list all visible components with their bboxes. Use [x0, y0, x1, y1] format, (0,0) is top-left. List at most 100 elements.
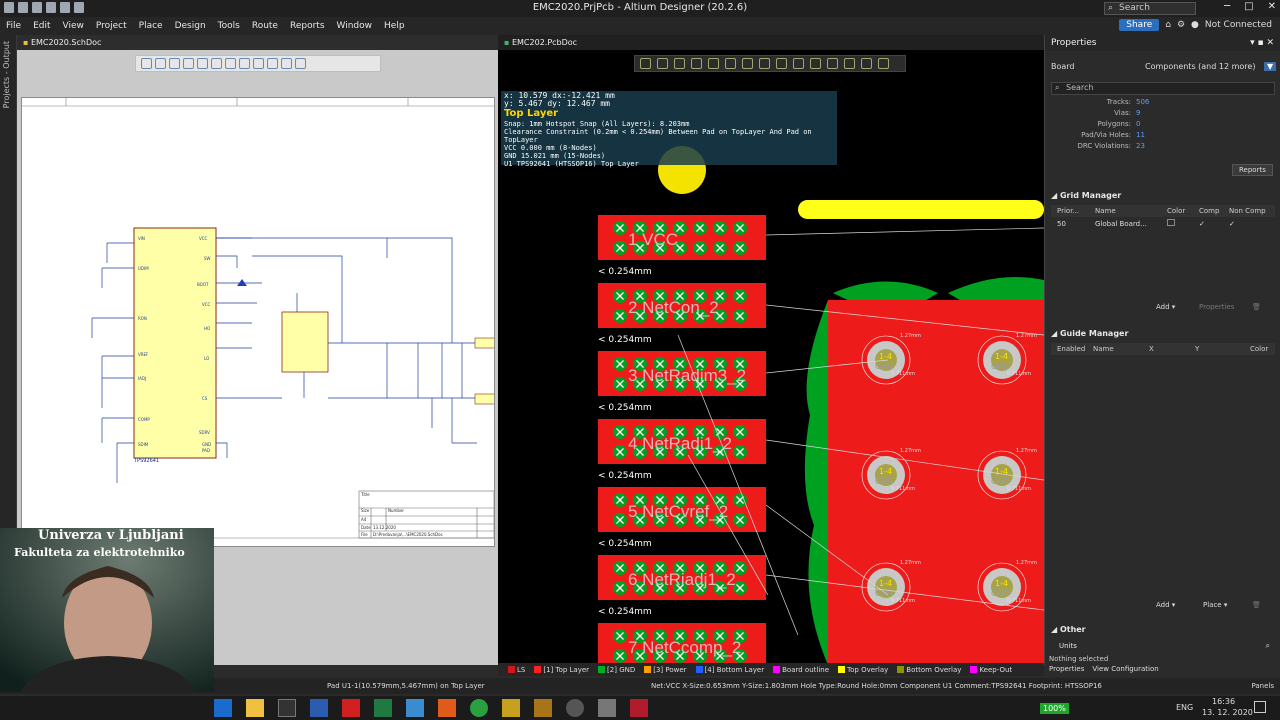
browser-icon[interactable]	[406, 699, 424, 717]
minimize-icon[interactable]: ─	[1224, 1, 1230, 12]
grid-add-button[interactable]: Add ▾	[1156, 303, 1175, 311]
schematic-sheet[interactable]: TPS92641 VIN UDIM RON VREF IADJ COMP SDIM VCC S…	[21, 97, 496, 547]
layer-tab[interactable]: [2] GND	[598, 666, 635, 674]
guide-delete-icon[interactable]: 🗑	[1252, 601, 1261, 609]
panels-button[interactable]: Panels	[1251, 682, 1274, 690]
pad-strip[interactable]: 2 NetCon_2 < 0.254mm	[598, 283, 766, 345]
pad-strip[interactable]: 5 NetCvref_2 < 0.254mm	[598, 487, 766, 549]
grid-row[interactable]: 50 Global Board... ✓ ✓	[1051, 218, 1275, 229]
pad-strip[interactable]: 4 NetRadi1_2 < 0.254mm	[598, 419, 766, 481]
close-icon[interactable]: ✕	[1268, 1, 1276, 12]
properties-panel: Properties ▾ ▪ ✕ Board Components (and 1…	[1044, 35, 1280, 673]
tab-view-configuration[interactable]: View Configuration	[1092, 665, 1158, 673]
pcb-editor[interactable]: ▪ EMC202.PcbDoc 1 VCC < 0.254mm 2 NetCon_2…	[498, 35, 1044, 665]
directive-icon[interactable]	[267, 58, 278, 69]
clock-date[interactable]: 13. 12. 2020	[1202, 708, 1253, 717]
select-icon[interactable]	[169, 58, 180, 69]
layer-tab-label: Board outline	[782, 665, 830, 674]
noncomp-check-icon[interactable]: ✓	[1229, 220, 1273, 228]
layer-tab[interactable]: Keep-Out	[970, 666, 1012, 674]
move-icon[interactable]	[155, 58, 166, 69]
layer-tab[interactable]: Top Overlay	[838, 666, 888, 674]
user-icon[interactable]: ●	[1191, 20, 1199, 30]
pdf-app-icon[interactable]	[630, 699, 648, 717]
power-port-icon[interactable]	[225, 58, 236, 69]
chrome-icon[interactable]	[470, 699, 488, 717]
layer-tab[interactable]: LS	[508, 666, 525, 674]
menu-route[interactable]: Route	[246, 21, 284, 31]
filter-icon[interactable]: ▼	[1263, 62, 1277, 71]
layer-tab[interactable]: Bottom Overlay	[897, 666, 961, 674]
pad-net-label: 5 NetCvref_2	[628, 502, 728, 521]
menu-window[interactable]: Window	[331, 21, 379, 31]
altium-icon[interactable]	[534, 699, 552, 717]
sheet-symbol-icon[interactable]	[239, 58, 250, 69]
pad-strip[interactable]: 6 NetRiadj1_2 < 0.254mm	[598, 555, 766, 617]
terminal-icon[interactable]	[278, 699, 296, 717]
properties-search-input[interactable]: ⌕ Search	[1051, 82, 1275, 95]
matlab-icon[interactable]	[438, 699, 456, 717]
layer-tab[interactable]: [4] Bottom Layer	[695, 666, 764, 674]
menu-design[interactable]: Design	[169, 21, 212, 31]
schematic-active-bar	[135, 55, 381, 72]
maximize-icon[interactable]: □	[1244, 1, 1253, 12]
text-icon[interactable]	[281, 58, 292, 69]
layer-tab[interactable]: [1] Top Layer	[534, 666, 589, 674]
notes-icon[interactable]	[502, 699, 520, 717]
outlook-icon[interactable]	[214, 699, 232, 717]
home-icon[interactable]: ⌂	[1165, 20, 1171, 30]
connection-status[interactable]: Not Connected	[1205, 20, 1272, 30]
other-heading[interactable]: ◢ Other	[1051, 625, 1086, 634]
properties-filter[interactable]: Components (and 12 more) ▼	[1145, 62, 1277, 71]
global-search-input[interactable]: ⌕ Search	[1104, 2, 1196, 15]
file-explorer-icon[interactable]	[246, 699, 264, 717]
menu-edit[interactable]: Edit	[27, 21, 56, 31]
pad-strip[interactable]: 7 NetCcomp_2	[598, 623, 766, 665]
port-icon[interactable]	[253, 58, 264, 69]
pad-strip[interactable]: 3 NetRadim3_2 < 0.254mm	[598, 351, 766, 413]
share-button[interactable]: Share	[1119, 19, 1160, 31]
menu-reports[interactable]: Reports	[284, 21, 331, 31]
guide-manager-heading[interactable]: ◢ Guide Manager	[1051, 329, 1128, 338]
reports-button[interactable]: Reports	[1232, 164, 1273, 176]
projects-panel-label[interactable]: Projects - Output	[2, 41, 11, 108]
zoom-badge[interactable]: 100%	[1040, 703, 1069, 714]
pad-strip[interactable]: 1 VCC < 0.254mm	[598, 215, 766, 277]
menu-project[interactable]: Project	[90, 21, 133, 31]
layer-tab[interactable]: Board outline	[773, 666, 829, 674]
clock-time[interactable]: 16:36	[1212, 697, 1235, 706]
align-icon[interactable]	[183, 58, 194, 69]
menu-file[interactable]: File	[0, 21, 27, 31]
lang-indicator[interactable]: ENG	[1176, 703, 1193, 712]
menu-place[interactable]: Place	[133, 21, 169, 31]
excel-icon[interactable]	[374, 699, 392, 717]
filter-icon[interactable]	[141, 58, 152, 69]
settings-app-icon[interactable]	[566, 699, 584, 717]
pad-net-label: 6 NetRiadj1_2	[628, 570, 736, 589]
svg-text:Number: Number	[388, 508, 404, 513]
wire-icon[interactable]	[197, 58, 208, 69]
comp-check-icon[interactable]: ✓	[1199, 220, 1229, 228]
grid-color-swatch[interactable]	[1167, 219, 1199, 228]
layer-tab[interactable]: [3] Power	[644, 666, 687, 674]
tools-app-icon[interactable]	[598, 699, 616, 717]
settings-icon[interactable]: ⚙	[1177, 20, 1185, 30]
shape-icon[interactable]	[295, 58, 306, 69]
menu-help[interactable]: Help	[378, 21, 411, 31]
panel-menu-icon[interactable]: ▾ ▪ ✕	[1250, 38, 1274, 48]
grid-manager-heading[interactable]: ◢ Grid Manager	[1051, 191, 1121, 200]
guide-place-button[interactable]: Place ▾	[1203, 601, 1227, 609]
word-icon[interactable]	[310, 699, 328, 717]
units-search-icon[interactable]: ⌕	[1266, 641, 1270, 651]
guide-add-button[interactable]: Add ▾	[1156, 601, 1175, 609]
grid-properties-button[interactable]: Properties	[1199, 303, 1234, 311]
menu-view[interactable]: View	[57, 21, 90, 31]
layer-tab-label: Bottom Overlay	[906, 665, 962, 674]
notification-icon[interactable]	[1254, 701, 1266, 713]
schematic-doc-tab[interactable]: ▪ EMC2020.SchDoc	[17, 35, 498, 50]
grid-delete-icon[interactable]: 🗑	[1252, 303, 1261, 311]
menu-tools[interactable]: Tools	[212, 21, 246, 31]
bus-icon[interactable]	[211, 58, 222, 69]
tab-properties[interactable]: Properties	[1049, 665, 1084, 673]
acrobat-icon[interactable]	[342, 699, 360, 717]
